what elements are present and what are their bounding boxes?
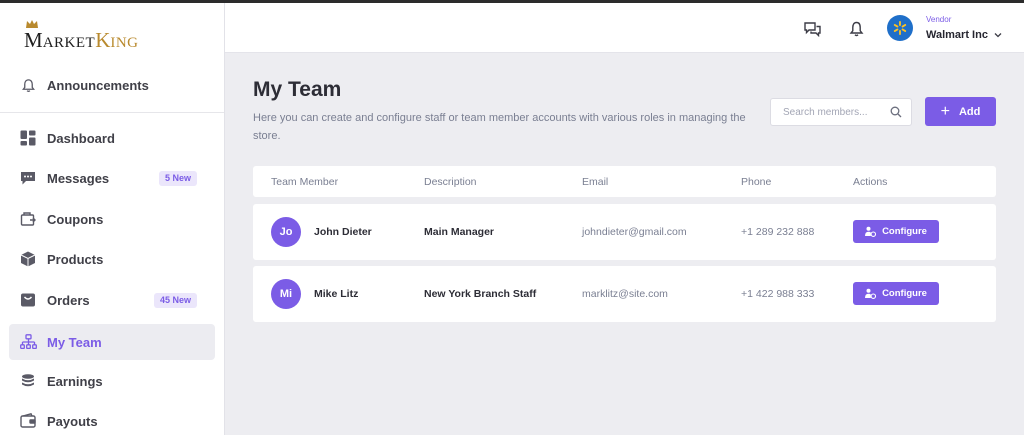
sidebar-item-payouts[interactable]: Payouts <box>9 403 215 435</box>
messages-icon[interactable] <box>803 20 821 38</box>
sidebar-item-label: Earnings <box>47 373 103 389</box>
column-header-team-member: Team Member <box>271 176 339 188</box>
column-header-phone: Phone <box>741 176 772 188</box>
member-email: johndieter@gmail.com <box>582 226 687 238</box>
sidebar-item-label: Orders <box>47 292 90 308</box>
sidebar-item-label: Messages <box>47 170 110 186</box>
coins-icon <box>19 372 37 390</box>
new-orders-badge: 45 New <box>153 293 197 308</box>
column-header-description: Description <box>424 176 477 188</box>
user-settings-icon <box>865 288 877 299</box>
sidebar-item-dashboard[interactable]: Dashboard <box>9 120 215 156</box>
add-button-label: Add <box>958 105 981 118</box>
wallet-icon <box>19 412 37 430</box>
sidebar-item-label: Dashboard <box>47 130 115 146</box>
sidebar-item-coupons[interactable]: Coupons <box>9 201 215 237</box>
member-description: New York Branch Staff <box>424 288 537 300</box>
new-messages-badge: 5 New <box>158 171 197 186</box>
sidebar-item-label: Payouts <box>47 413 98 429</box>
sidebar-item-earnings[interactable]: Earnings <box>9 363 215 399</box>
column-header-email: Email <box>582 176 609 188</box>
page-description: Here you can create and configure staff … <box>253 112 746 142</box>
sidebar-item-orders[interactable]: Orders 45 New <box>9 282 215 318</box>
table-header: Team Member Description Email Phone Acti… <box>253 166 996 197</box>
logo-letter-k: K <box>95 28 111 52</box>
member-phone: +1 289 232 888 <box>741 226 815 238</box>
add-member-button[interactable]: + Add <box>925 97 996 126</box>
bag-icon <box>19 291 37 309</box>
chevron-down-icon <box>994 33 1002 38</box>
search-input[interactable] <box>783 106 887 118</box>
sidebar-item-label: Coupons <box>47 211 104 227</box>
search-icon[interactable] <box>890 106 902 118</box>
member-email: marklitz@site.com <box>582 288 668 300</box>
user-settings-icon <box>865 226 877 237</box>
configure-button[interactable]: Configure <box>853 282 939 305</box>
configure-button[interactable]: Configure <box>853 220 939 243</box>
sidebar-item-label: Announcements <box>47 77 149 93</box>
notifications-bell-icon[interactable] <box>847 20 865 38</box>
configure-button-label: Configure <box>882 288 927 299</box>
sidebar-item-my-team[interactable]: My Team <box>9 324 215 360</box>
box-icon <box>19 250 37 268</box>
column-header-actions: Actions <box>853 176 888 188</box>
logo-letter-m: M <box>24 28 43 52</box>
team-icon <box>19 333 37 351</box>
table-row: Jo John Dieter Main Manager johndieter@g… <box>253 204 996 260</box>
member-name: Mike Litz <box>314 288 359 300</box>
logo-text-arket: ARKET <box>42 35 96 51</box>
chat-icon <box>19 169 37 187</box>
member-name: John Dieter <box>314 226 372 238</box>
member-phone: +1 422 988 333 <box>741 288 815 300</box>
member-avatar: Jo <box>271 217 301 247</box>
sidebar-item-products[interactable]: Products <box>9 241 215 277</box>
sidebar-item-label: My Team <box>47 334 102 350</box>
sidebar-divider <box>0 112 224 113</box>
top-header: Vendor Walmart Inc <box>225 3 1024 53</box>
table-row: Mi Mike Litz New York Branch Staff markl… <box>253 266 996 322</box>
walmart-spark-icon <box>893 21 907 35</box>
vendor-name: Walmart Inc <box>926 29 988 41</box>
sidebar-item-messages[interactable]: Messages 5 New <box>9 160 215 196</box>
vendor-switcher[interactable]: Walmart Inc <box>926 29 1002 41</box>
plus-icon: + <box>940 102 950 120</box>
vendor-avatar[interactable] <box>887 15 913 41</box>
coupon-icon <box>19 210 37 228</box>
logo-text-ing: ING <box>110 35 139 51</box>
page-title: My Team <box>253 78 342 101</box>
dashboard-icon <box>19 129 37 147</box>
sidebar-item-announcements[interactable]: Announcements <box>9 67 215 103</box>
configure-button-label: Configure <box>882 226 927 237</box>
search-box[interactable] <box>770 98 912 126</box>
sidebar: M ARKET K ING Announcements Dashboard Messa… <box>0 3 225 435</box>
sidebar-item-label: Products <box>47 251 104 267</box>
marketking-logo[interactable]: M ARKET K ING <box>24 25 139 52</box>
bell-icon <box>19 76 37 94</box>
member-avatar: Mi <box>271 279 301 309</box>
vendor-label: Vendor <box>926 15 952 24</box>
member-description: Main Manager <box>424 226 495 238</box>
